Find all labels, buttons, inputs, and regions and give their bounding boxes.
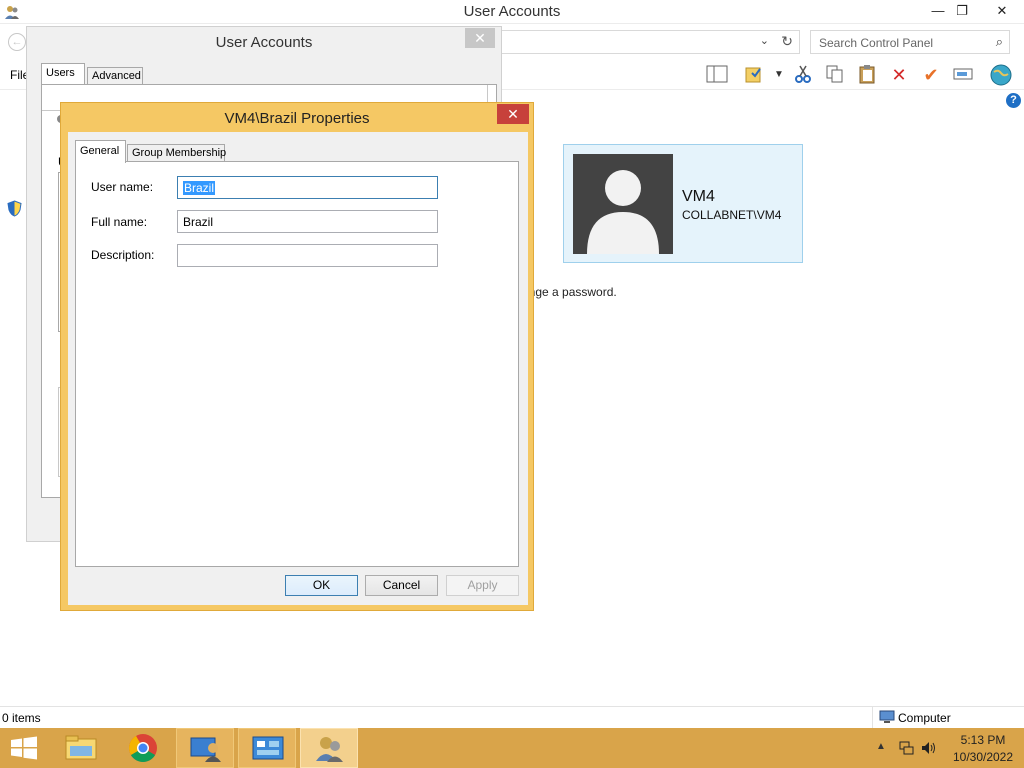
search-input[interactable]: Search Control Panel ⌕ <box>810 30 1010 54</box>
chrome-taskbar-button[interactable] <box>114 728 172 768</box>
folder-icon <box>65 735 97 760</box>
windows-logo-icon <box>11 736 37 760</box>
tab-general[interactable]: General <box>75 140 126 163</box>
tab-advanced[interactable]: Advanced <box>87 67 143 85</box>
volume-icon[interactable] <box>920 740 936 756</box>
dialog-title: VM4\Brazil Properties <box>224 110 370 127</box>
help-icon[interactable]: ? <box>1006 93 1021 108</box>
copy-icon[interactable] <box>823 64 847 86</box>
user-properties-dialog: VM4\Brazil Properties ✕ Group Membership… <box>60 102 534 611</box>
layout-pane-icon[interactable] <box>705 64 729 86</box>
refresh-icon[interactable]: ↻ <box>781 33 793 50</box>
window-title: User Accounts <box>463 3 561 20</box>
shield-icon <box>7 200 22 217</box>
ok-button[interactable]: OK <box>285 575 358 596</box>
taskbar: ▲ 5:13 PM 10/30/2022 <box>0 728 1024 768</box>
tab-users[interactable]: Users <box>41 63 85 85</box>
users-icon <box>316 737 343 762</box>
change-password-text: ange a password. <box>522 285 617 299</box>
back-arrow-icon[interactable]: ← <box>8 33 26 51</box>
full-name-label: Full name: <box>91 215 148 229</box>
status-zone: Computer <box>872 707 1020 729</box>
control-panel-icon <box>252 736 284 760</box>
rename-icon[interactable] <box>951 64 975 86</box>
user-accounts-taskbar-button[interactable] <box>300 728 358 768</box>
user-name-input[interactable]: Brazil <box>177 176 438 199</box>
address-field[interactable]: ⌄ ↻ <box>500 30 800 54</box>
server-manager-taskbar-button[interactable] <box>176 728 234 768</box>
restore-button[interactable]: ❐ <box>948 0 976 22</box>
current-user-card[interactable]: VM4 COLLABNET\VM4 <box>563 144 803 263</box>
system-tray: ▲ 5:13 PM 10/30/2022 <box>870 728 1024 768</box>
computer-icon <box>879 710 895 723</box>
tab-group-membership[interactable]: Group Membership <box>127 144 226 162</box>
chevron-down-icon[interactable]: ⌄ <box>760 34 769 47</box>
user-domain: COLLABNET\VM4 <box>682 208 782 222</box>
start-button[interactable] <box>0 728 48 768</box>
full-name-value: Brazil <box>183 215 214 229</box>
chevron-down-icon[interactable]: ▼ <box>767 64 791 86</box>
close-button[interactable]: ✕ <box>497 104 529 124</box>
search-icon[interactable]: ⌕ <box>996 34 1003 50</box>
control-panel-taskbar-button[interactable] <box>238 728 296 768</box>
globe-icon[interactable] <box>989 64 1013 86</box>
main-titlebar: User Accounts — ❐ ✕ <box>0 0 1024 24</box>
chevron-up-icon[interactable]: ▲ <box>876 741 886 752</box>
description-input[interactable] <box>177 244 438 267</box>
status-computer-label: Computer <box>898 711 951 725</box>
general-tab-panel: User name: Brazil Full name: Brazil Desc… <box>75 161 519 567</box>
apply-button[interactable]: Apply <box>446 575 519 596</box>
full-name-input[interactable]: Brazil <box>177 210 438 233</box>
file-explorer-taskbar-button[interactable] <box>52 728 110 768</box>
paste-icon[interactable] <box>855 64 879 86</box>
checkmark-icon[interactable]: ✔ <box>919 64 943 86</box>
computer-user-icon <box>190 737 221 762</box>
chrome-icon <box>129 734 157 762</box>
user-name-value: Brazil <box>183 181 216 195</box>
status-items-count: 0 items <box>2 711 41 725</box>
cancel-button[interactable]: Cancel <box>365 575 438 596</box>
close-button[interactable]: ✕ <box>980 0 1024 22</box>
user-name-label: User name: <box>91 180 154 194</box>
search-placeholder: Search Control Panel <box>819 36 934 50</box>
properties-folder-icon[interactable] <box>743 64 767 86</box>
cut-icon[interactable] <box>791 64 815 86</box>
dialog-title: User Accounts <box>215 34 313 51</box>
close-button[interactable]: ✕ <box>465 28 495 48</box>
description-label: Description: <box>91 248 155 262</box>
clock-time[interactable]: 5:13 PM <box>948 733 1018 747</box>
avatar <box>573 154 673 254</box>
delete-icon[interactable]: ✕ <box>887 64 911 86</box>
clock-date[interactable]: 10/30/2022 <box>948 750 1018 764</box>
user-name: VM4 <box>682 188 715 205</box>
dialog-body: Group Membership General User name: Braz… <box>68 132 528 605</box>
status-bar: 0 items Computer <box>0 706 1024 729</box>
network-icon[interactable] <box>898 740 914 756</box>
